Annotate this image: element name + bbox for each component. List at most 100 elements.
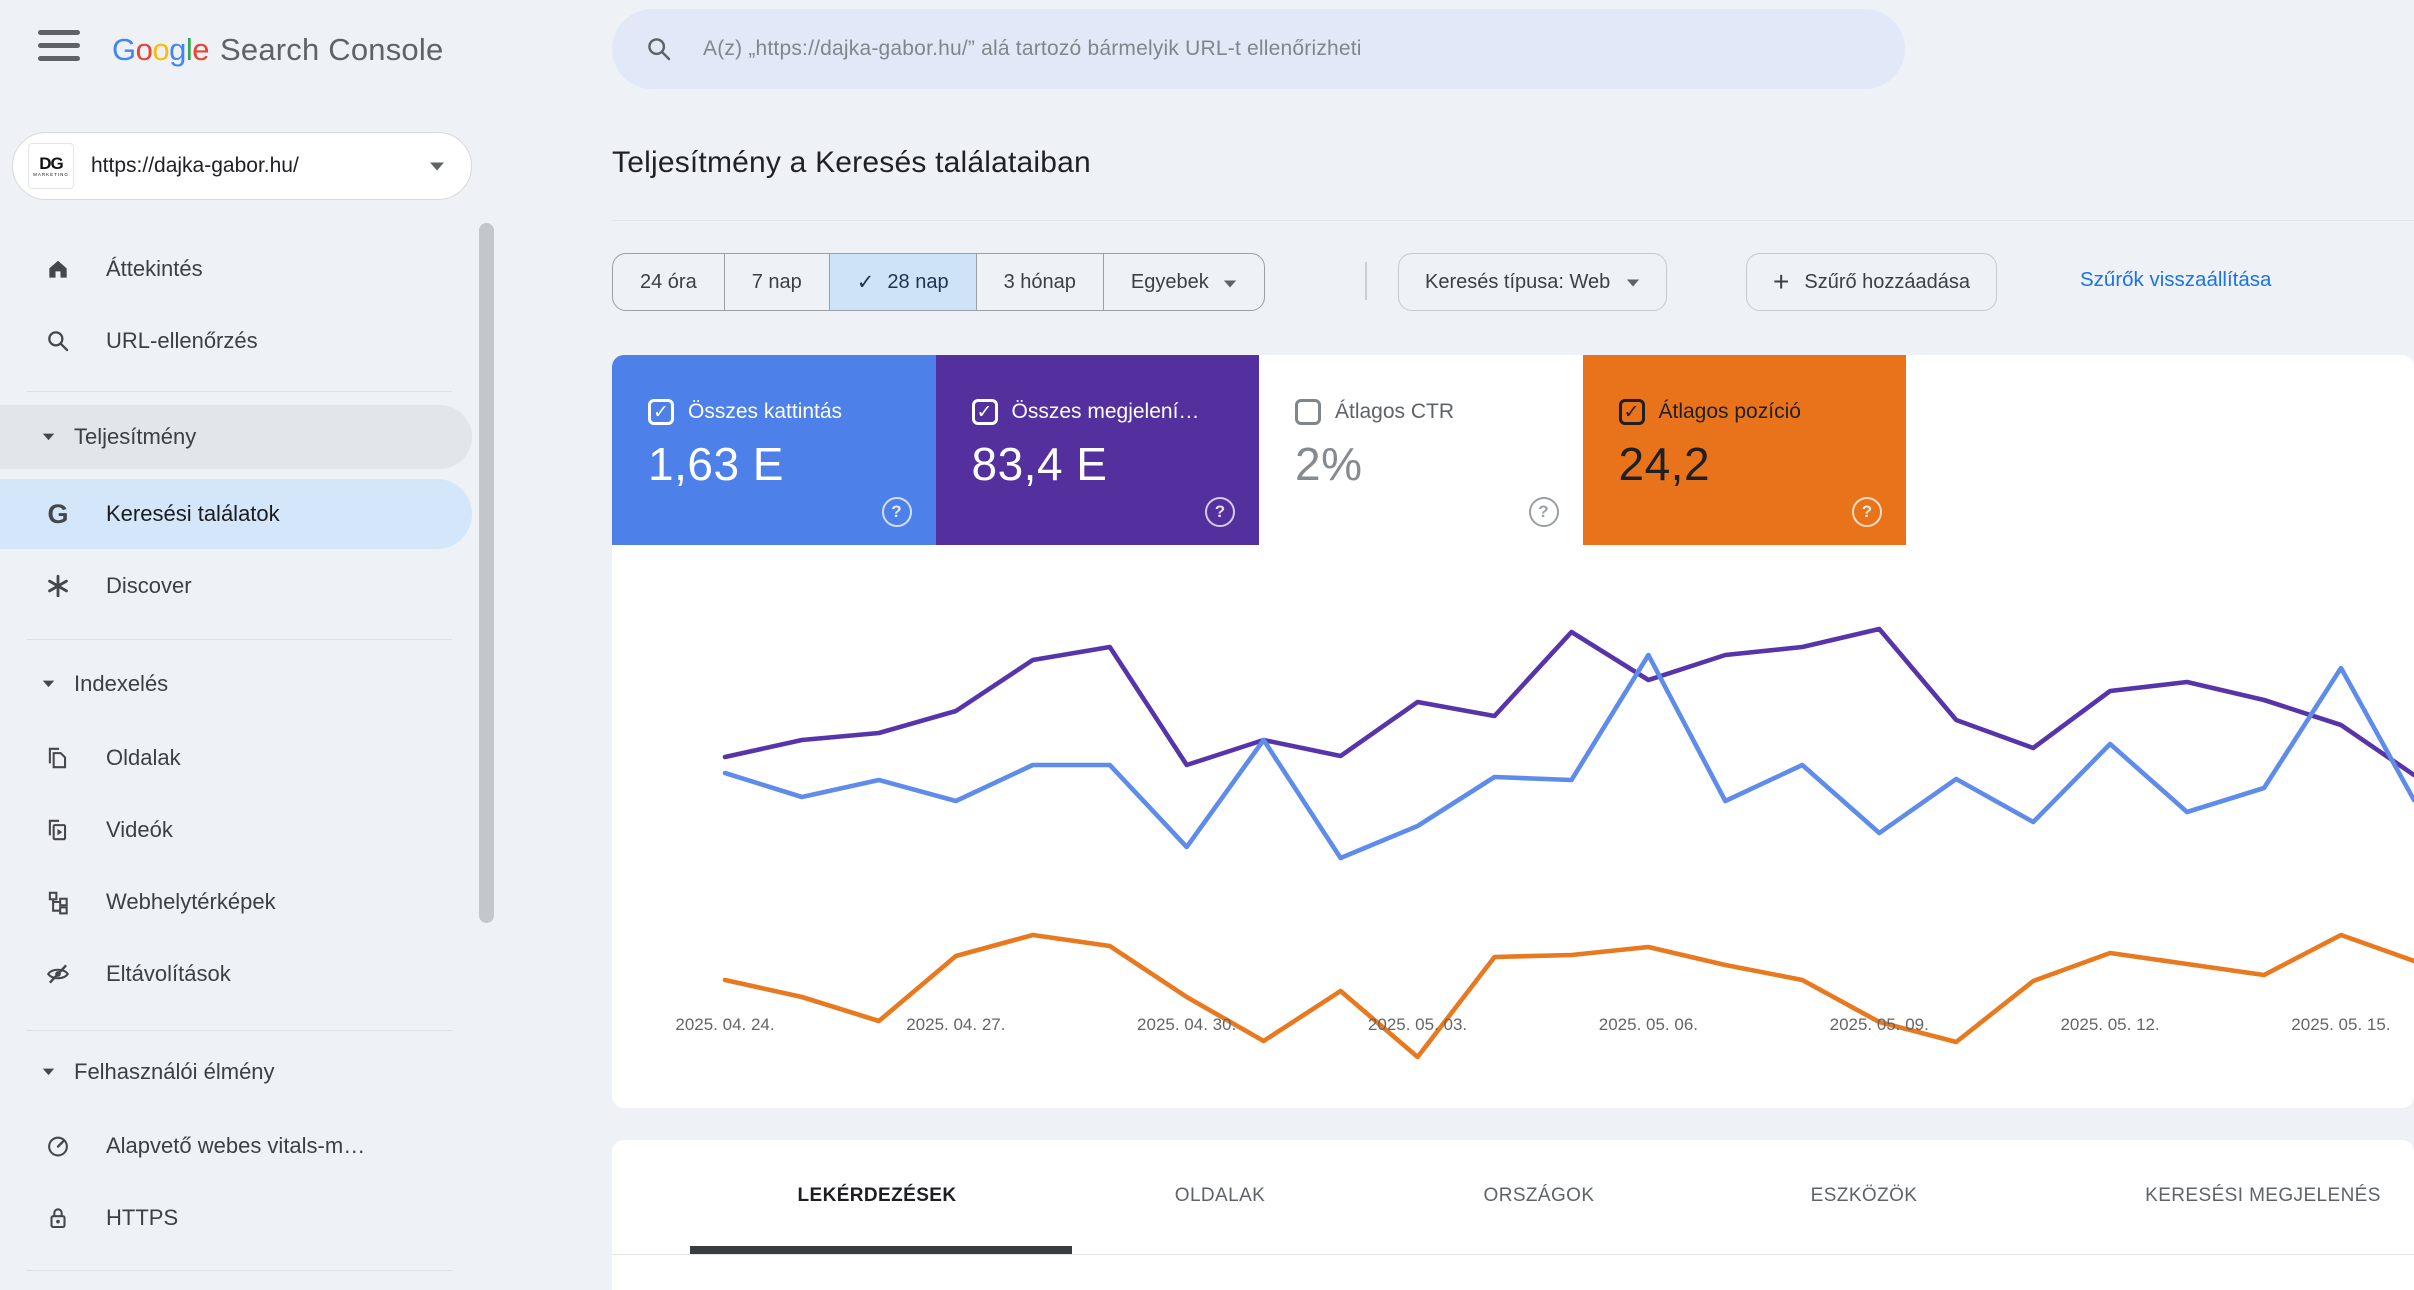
sidebar-item-discover[interactable]: Discover bbox=[0, 551, 472, 621]
date-range-segmented-control: 24 óra 7 nap ✓ 28 nap 3 hónap Egyebek bbox=[612, 253, 1265, 311]
date-range-egyebek[interactable]: Egyebek bbox=[1102, 254, 1264, 310]
search-icon bbox=[648, 38, 671, 61]
metric-label: Összes megjelení… bbox=[1011, 400, 1200, 423]
x-axis-label: 2025. 05. 06. bbox=[1598, 1015, 1699, 1034]
metric-card--sszes-kattint-s[interactable]: ✓ Összes kattintás 1,63 E? bbox=[612, 355, 936, 545]
date-range-28-nap[interactable]: ✓ 28 nap bbox=[828, 254, 976, 310]
sidebar-item-keres-si-tal-latok[interactable]: G Keresési találatok bbox=[0, 479, 472, 549]
active-tab-underline bbox=[690, 1246, 1072, 1254]
checkbox-checked-icon[interactable]: ✓ bbox=[1618, 399, 1645, 425]
topbar: Google Search Console A(z) „https://dajk… bbox=[0, 0, 2414, 100]
sidebar-item-oldalak[interactable]: Oldalak bbox=[0, 723, 472, 793]
section-label: Teljesítmény bbox=[74, 424, 197, 449]
metric-value: 1,63 E bbox=[648, 438, 784, 490]
sidebar-scrollbar[interactable] bbox=[479, 223, 494, 923]
plus-icon: + bbox=[1773, 266, 1790, 297]
section-label: Felhasználói élmény bbox=[74, 1059, 275, 1084]
sidebar-item-label: Oldalak bbox=[106, 745, 181, 770]
property-logo: DG MARKETING bbox=[28, 143, 74, 189]
sidebar-divider bbox=[27, 639, 452, 640]
date-range-label: 3 hónap bbox=[1003, 270, 1076, 293]
help-icon[interactable]: ? bbox=[1528, 497, 1559, 527]
sidebar-section-teljes-tm-ny[interactable]: Teljesítmény bbox=[0, 405, 472, 469]
sidebar-section-felhaszn-l-i-lm-ny[interactable]: Felhasználói élmény bbox=[0, 1040, 472, 1104]
tab-keres-si-megjelen-s[interactable]: KERESÉSI MEGJELENÉS bbox=[2145, 1140, 2381, 1252]
videos-icon bbox=[44, 816, 72, 844]
sidebar-divider bbox=[27, 1030, 452, 1031]
checkbox-checked-icon[interactable]: ✓ bbox=[971, 399, 998, 425]
tab-eszk-z-k[interactable]: ESZKÖZÖK bbox=[1811, 1140, 1918, 1252]
app-logo[interactable]: Google Search Console bbox=[112, 0, 443, 100]
product-name: Search Console bbox=[220, 32, 444, 67]
sidebar-item-url-ellen-rz-s[interactable]: URL-ellenőrzés bbox=[0, 306, 472, 376]
check-icon: ✓ bbox=[856, 270, 875, 294]
x-axis-label: 2025. 05. 12. bbox=[2060, 1015, 2160, 1034]
home-icon bbox=[44, 255, 72, 283]
x-axis-label: 2025. 05. 03. bbox=[1367, 1015, 1468, 1034]
sidebar-item-label: Áttekintés bbox=[106, 256, 203, 281]
metric-value: 2% bbox=[1295, 438, 1363, 490]
chevron-down-icon bbox=[1627, 278, 1640, 286]
chevron-down-icon bbox=[430, 162, 444, 171]
property-selector[interactable]: DG MARKETING https://dajka-gabor.hu/ bbox=[12, 132, 472, 200]
metric-card--tlagos-ctr[interactable]: Átlagos CTR 2%? bbox=[1259, 355, 1583, 545]
tab-oldalak[interactable]: OLDALAK bbox=[1175, 1140, 1265, 1252]
x-axis-label: 2025. 04. 27. bbox=[906, 1015, 1006, 1034]
lock-icon bbox=[44, 1204, 72, 1232]
date-range-label: 28 nap bbox=[887, 270, 949, 293]
sidebar-item-webhelyt-rk-pek[interactable]: Webhelytérképek bbox=[0, 867, 472, 937]
tab-lek-rdez-sek[interactable]: LEKÉRDEZÉSEK bbox=[798, 1140, 957, 1252]
chart-line-0 bbox=[722, 626, 2414, 778]
checkbox-checked-icon[interactable]: ✓ bbox=[648, 399, 674, 425]
sidebar-item-vide-k[interactable]: Videók bbox=[0, 795, 472, 865]
x-axis-label: 2025. 04. 30. bbox=[1137, 1015, 1237, 1034]
sidebar-item-label: Discover bbox=[106, 573, 192, 598]
chart-line-1 bbox=[722, 932, 2414, 1060]
help-icon[interactable]: ? bbox=[1205, 497, 1235, 527]
sidebar-item-label: Webhelytérképek bbox=[106, 889, 276, 914]
sidebar-item-label: HTTPS bbox=[106, 1205, 179, 1230]
triangle-down-icon bbox=[42, 1063, 55, 1081]
help-icon[interactable]: ? bbox=[881, 497, 912, 527]
sidebar-item-alapvet-webes-vitals-m-[interactable]: Alapvető webes vitals-m… bbox=[0, 1111, 472, 1181]
metric-value: 83,4 E bbox=[971, 438, 1108, 490]
sidebar-item-label: Eltávolítások bbox=[106, 961, 231, 986]
chevron-down-icon bbox=[1223, 271, 1237, 294]
metric-label: Átlagos CTR bbox=[1335, 400, 1455, 423]
checkbox-unchecked-icon[interactable] bbox=[1295, 399, 1321, 425]
search-placeholder: A(z) „https://dajka-gabor.hu/” alá tarto… bbox=[703, 37, 1362, 60]
sidebar-divider bbox=[27, 1270, 452, 1271]
date-range-label: Egyebek bbox=[1130, 270, 1209, 293]
metric-card--tlagos-poz-ci-[interactable]: ✓ Átlagos pozíció 24,2? bbox=[1582, 355, 1906, 545]
pages-icon bbox=[44, 744, 72, 772]
performance-chart[interactable] bbox=[612, 540, 2414, 1070]
date-range-label: 24 óra bbox=[640, 270, 697, 293]
triangle-down-icon bbox=[42, 428, 55, 446]
metric-card--sszes-megjelen-[interactable]: ✓ Összes megjelení… 83,4 E? bbox=[935, 355, 1259, 545]
x-axis-label: 2025. 05. 15. bbox=[2291, 1015, 2391, 1034]
eye-off-icon bbox=[44, 960, 72, 988]
date-range-24-ra[interactable]: 24 óra bbox=[613, 254, 724, 310]
search-type-button[interactable]: Keresés típusa: Web bbox=[1398, 253, 1668, 311]
date-range-3-h-nap[interactable]: 3 hónap bbox=[975, 254, 1103, 310]
add-filter-button[interactable]: + Szűrő hozzáadása bbox=[1746, 253, 1998, 311]
help-icon[interactable]: ? bbox=[1852, 497, 1882, 527]
sidebar-section-indexel-s[interactable]: Indexelés bbox=[0, 652, 472, 716]
date-range-7-nap[interactable]: 7 nap bbox=[723, 254, 829, 310]
sidebar-item--ttekint-s[interactable]: Áttekintés bbox=[0, 234, 472, 304]
reset-filters-link[interactable]: Szűrők visszaállítása bbox=[2080, 268, 2271, 292]
sitemap-icon bbox=[44, 888, 72, 916]
discover-icon bbox=[44, 572, 72, 600]
filter-separator bbox=[1365, 262, 1367, 300]
search-icon bbox=[44, 327, 72, 355]
x-axis-label: 2025. 05. 09. bbox=[1829, 1015, 1929, 1034]
tab-orsz-gok[interactable]: ORSZÁGOK bbox=[1484, 1140, 1595, 1252]
sidebar-item-elt-vol-t-sok[interactable]: Eltávolítások bbox=[0, 939, 472, 1009]
url-inspection-search[interactable]: A(z) „https://dajka-gabor.hu/” alá tarto… bbox=[612, 9, 1905, 89]
sidebar-item-label: Videók bbox=[106, 817, 173, 842]
menu-icon[interactable] bbox=[38, 30, 86, 70]
sidebar-item-label: Alapvető webes vitals-m… bbox=[106, 1133, 366, 1158]
metric-value: 24,2 bbox=[1618, 438, 1711, 490]
dimension-tabs-card: LEKÉRDEZÉSEK OLDALAK ORSZÁGOK ESZKÖZÖK KERES… bbox=[612, 1140, 2414, 1290]
sidebar-item-https[interactable]: HTTPS bbox=[0, 1183, 472, 1253]
